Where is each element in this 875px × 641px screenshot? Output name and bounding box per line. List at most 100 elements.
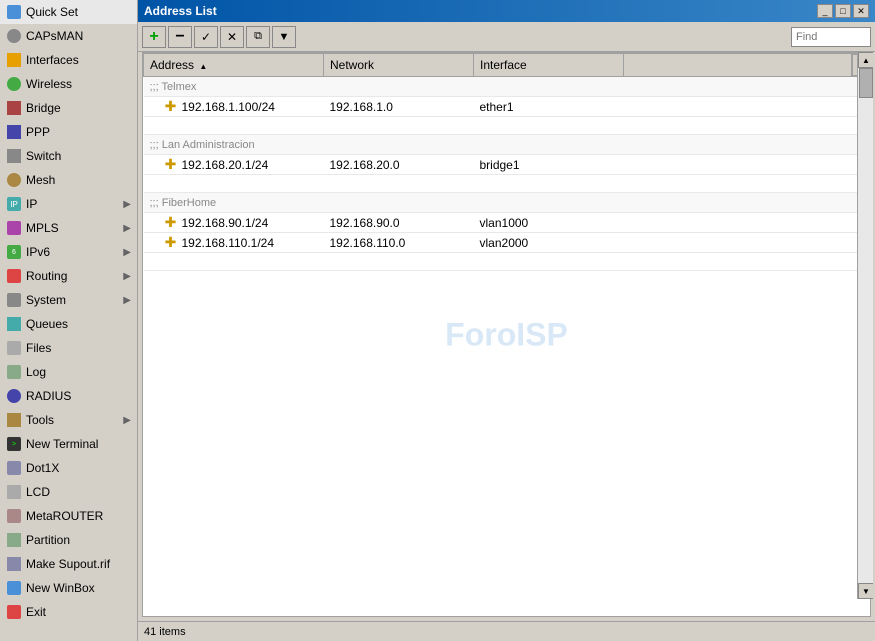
sidebar-item-log[interactable]: Log: [0, 360, 137, 384]
sidebar-label-wireless: Wireless: [26, 77, 131, 91]
watermark: ForoISP: [445, 316, 568, 353]
sidebar-item-system[interactable]: System ▶: [0, 288, 137, 312]
ipv6-submenu-arrow: ▶: [123, 247, 131, 258]
files-icon: [6, 340, 22, 356]
interfaces-icon: [6, 52, 22, 68]
scroll-track: [858, 68, 873, 583]
cell-extra: [624, 213, 852, 233]
sidebar-item-mesh[interactable]: Mesh: [0, 168, 137, 192]
window-maximize-button[interactable]: □: [835, 4, 851, 18]
sidebar-item-new-winbox[interactable]: New WinBox: [0, 576, 137, 600]
column-header-network[interactable]: Network: [324, 54, 474, 77]
table-group-row: ;;; Lan Administracion: [144, 135, 870, 155]
sidebar-label-capsman: CAPsMAN: [26, 29, 131, 43]
queues-icon: [6, 316, 22, 332]
filter-button[interactable]: ▼: [272, 26, 296, 48]
system-submenu-arrow: ▶: [123, 295, 131, 306]
window-close-button[interactable]: ✕: [853, 4, 869, 18]
scroll-thumb[interactable]: [859, 68, 873, 98]
status-bar: 41 items: [138, 621, 875, 641]
sidebar-label-exit: Exit: [26, 605, 131, 619]
cell-network: 192.168.90.0: [324, 213, 474, 233]
sidebar-label-files: Files: [26, 341, 131, 355]
terminal-icon: >: [6, 436, 22, 452]
cell-address: ✚192.168.110.1/24: [144, 233, 324, 253]
ppp-icon: [6, 124, 22, 140]
quickset-icon: [6, 4, 22, 20]
cell-interface: vlan1000: [474, 213, 624, 233]
sidebar-item-files[interactable]: Files: [0, 336, 137, 360]
capsman-icon: [6, 28, 22, 44]
cell-interface: vlan2000: [474, 233, 624, 253]
table-row[interactable]: ✚192.168.90.1/24192.168.90.0vlan1000: [144, 213, 870, 233]
sidebar-label-log: Log: [26, 365, 131, 379]
sidebar-item-tools[interactable]: Tools ▶: [0, 408, 137, 432]
ipv6-icon: 6: [6, 244, 22, 260]
search-input[interactable]: [791, 27, 871, 47]
sidebar-item-queues[interactable]: Queues: [0, 312, 137, 336]
mpls-submenu-arrow: ▶: [123, 223, 131, 234]
window-minimize-button[interactable]: _: [817, 4, 833, 18]
enable-button[interactable]: ✓: [194, 26, 218, 48]
sidebar-label-interfaces: Interfaces: [26, 53, 131, 67]
add-button[interactable]: +: [142, 26, 166, 48]
sidebar-item-quick-set[interactable]: Quick Set: [0, 0, 137, 24]
column-header-interface[interactable]: Interface: [474, 54, 624, 77]
sidebar-item-partition[interactable]: Partition: [0, 528, 137, 552]
sidebar-item-capsman[interactable]: CAPsMAN: [0, 24, 137, 48]
routing-submenu-arrow: ▶: [123, 271, 131, 282]
copy-button[interactable]: ⧉: [246, 26, 270, 48]
table-row[interactable]: ✚192.168.110.1/24192.168.110.0vlan2000: [144, 233, 870, 253]
sidebar-label-queues: Queues: [26, 317, 131, 331]
window-controls: _ □ ✕: [817, 4, 869, 18]
sidebar-label-system: System: [26, 293, 123, 307]
sidebar-item-interfaces[interactable]: Interfaces: [0, 48, 137, 72]
bridge-icon: [6, 100, 22, 116]
sidebar-item-switch[interactable]: Switch: [0, 144, 137, 168]
exit-icon: [6, 604, 22, 620]
cell-extra: [624, 155, 852, 175]
sidebar-label-meta-router: MetaROUTER: [26, 509, 131, 523]
sidebar-label-mpls: MPLS: [26, 221, 123, 235]
sidebar-item-bridge[interactable]: Bridge: [0, 96, 137, 120]
sidebar-item-meta-router[interactable]: MetaROUTER: [0, 504, 137, 528]
disable-button[interactable]: ✕: [220, 26, 244, 48]
cell-address: ✚192.168.1.100/24: [144, 97, 324, 117]
column-header-address[interactable]: Address ▲: [144, 54, 324, 77]
sidebar-item-make-supout[interactable]: Make Supout.rif: [0, 552, 137, 576]
sidebar-label-radius: RADIUS: [26, 389, 131, 403]
table-row[interactable]: ✚192.168.20.1/24192.168.20.0bridge1: [144, 155, 870, 175]
cell-interface: ether1: [474, 97, 624, 117]
sort-arrow-address: ▲: [199, 62, 207, 71]
window-titlebar: Address List _ □ ✕: [138, 0, 875, 22]
spacer-row: [144, 117, 870, 135]
address-table-container[interactable]: ForoISP Address ▲ Network I: [142, 52, 871, 617]
cell-address: ✚192.168.90.1/24: [144, 213, 324, 233]
spacer-row: [144, 253, 870, 271]
sidebar-label-ppp: PPP: [26, 125, 131, 139]
sidebar-label-bridge: Bridge: [26, 101, 131, 115]
remove-button[interactable]: −: [168, 26, 192, 48]
scroll-up-button[interactable]: ▲: [858, 52, 873, 68]
scroll-down-button[interactable]: ▼: [858, 583, 873, 599]
sidebar-item-ppp[interactable]: PPP: [0, 120, 137, 144]
dot1x-icon: [6, 460, 22, 476]
sidebar-item-mpls[interactable]: MPLS ▶: [0, 216, 137, 240]
sidebar-item-new-terminal[interactable]: > New Terminal: [0, 432, 137, 456]
window-title: Address List: [144, 4, 217, 18]
sidebar-item-exit[interactable]: Exit: [0, 600, 137, 624]
sidebar-item-ip[interactable]: IP IP ▶: [0, 192, 137, 216]
table-group-row: ;;; Telmex: [144, 77, 870, 97]
mpls-icon: [6, 220, 22, 236]
sidebar-item-wireless[interactable]: Wireless: [0, 72, 137, 96]
sidebar-item-dot1x[interactable]: Dot1X: [0, 456, 137, 480]
cell-extra: [624, 97, 852, 117]
sidebar-item-ipv6[interactable]: 6 IPv6 ▶: [0, 240, 137, 264]
sidebar-item-routing[interactable]: Routing ▶: [0, 264, 137, 288]
sidebar-label-make-supout: Make Supout.rif: [26, 557, 131, 571]
sidebar-item-radius[interactable]: RADIUS: [0, 384, 137, 408]
sidebar-item-lcd[interactable]: LCD: [0, 480, 137, 504]
sidebar-label-lcd: LCD: [26, 485, 131, 499]
table-row[interactable]: ✚192.168.1.100/24192.168.1.0ether1: [144, 97, 870, 117]
partition-icon: [6, 532, 22, 548]
